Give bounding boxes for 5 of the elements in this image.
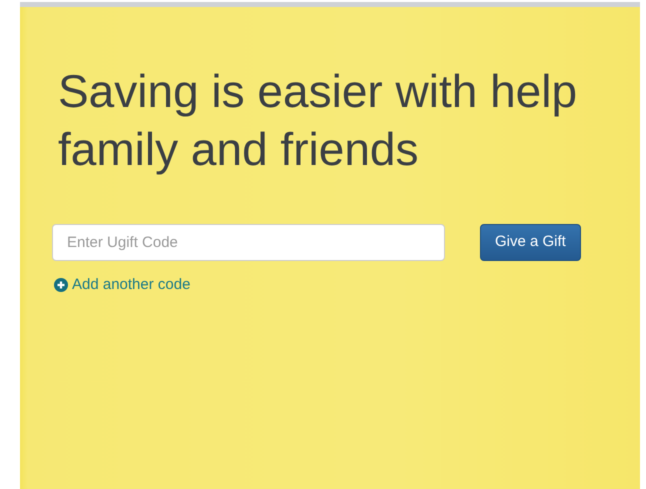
add-code-link[interactable]: Add another code <box>54 274 190 296</box>
give-gift-button[interactable]: Give a Gift <box>480 224 581 261</box>
plus-circle-icon <box>54 278 68 292</box>
code-input-field[interactable]: Enter Ugift Code <box>52 224 445 261</box>
headline: Saving is easier with help family and friends <box>58 64 578 177</box>
